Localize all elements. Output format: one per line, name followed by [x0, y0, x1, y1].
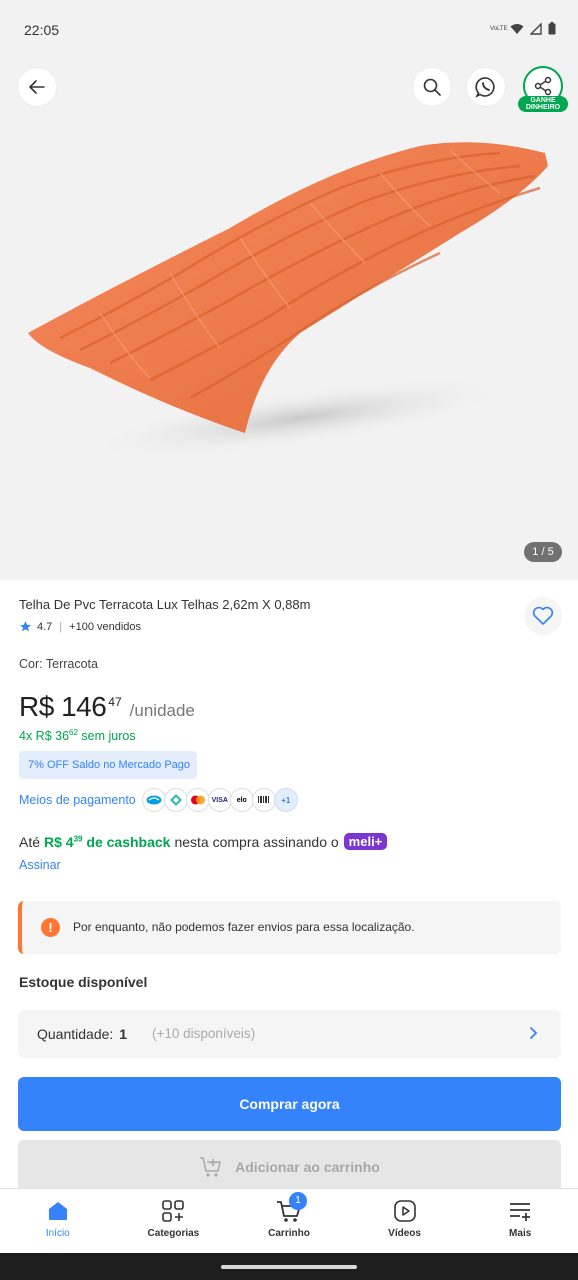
image-counter: 1 / 5	[524, 542, 562, 562]
quantity-label: Quantidade: 1	[37, 1026, 127, 1042]
signal-icon	[530, 22, 542, 35]
rating-row[interactable]: 4.7 | +100 vendidos	[19, 620, 141, 633]
boleto-icon	[251, 788, 276, 812]
battery-icon	[548, 22, 556, 35]
quantity-available: (+10 disponíveis)	[152, 1026, 256, 1041]
categories-icon	[162, 1200, 185, 1222]
product-title: Telha De Pvc Terracota Lux Telhas 2,62m …	[19, 597, 311, 612]
meli-plus-badge: meli+	[343, 833, 388, 850]
cart-plus-icon	[200, 1157, 221, 1177]
visa-icon: VISA	[207, 788, 232, 812]
home-icon	[48, 1202, 67, 1220]
add-to-cart-button[interactable]: Adicionar ao carrinho	[18, 1140, 561, 1194]
payment-methods-link[interactable]: Meios de pagamento	[19, 793, 136, 807]
alert-icon: !	[41, 918, 60, 937]
whatsapp-share-button[interactable]	[467, 68, 505, 106]
elo-icon: elo	[229, 788, 254, 812]
cart-count-badge: 1	[288, 1192, 307, 1210]
product-image	[28, 142, 548, 460]
price: R$ 146 47 /unidade	[19, 691, 195, 723]
buy-now-button[interactable]: Comprar agora	[18, 1077, 561, 1131]
gesture-handle[interactable]	[221, 1265, 357, 1269]
status-time: 22:05	[24, 22, 60, 38]
heart-icon	[532, 606, 554, 625]
cashback-highlight: de cashback	[86, 833, 171, 850]
search-icon	[423, 78, 441, 96]
search-button[interactable]	[413, 68, 451, 106]
subscribe-link[interactable]: Assinar	[19, 858, 61, 872]
quantity-selector[interactable]: Quantidade: 1 (+10 disponíveis)	[18, 1010, 561, 1058]
back-button[interactable]	[18, 68, 56, 106]
more-payment-methods[interactable]: +1	[273, 788, 298, 812]
star-icon	[20, 621, 31, 632]
sold-count: +100 vendidos	[69, 620, 142, 633]
add-to-cart-label: Adicionar ao carrinho	[235, 1159, 380, 1175]
favorite-button[interactable]	[524, 597, 562, 635]
volte-indicator: VoLTE	[490, 25, 508, 32]
installments: 4x R$ 3662 sem juros	[19, 728, 136, 743]
price-main: R$ 146	[19, 691, 107, 722]
nav-cart-label: Carrinho	[268, 1228, 310, 1239]
rating-value: 4.7	[37, 620, 53, 633]
nav-videos-label: Vídeos	[388, 1228, 421, 1239]
installments-prefix: 4x R$ 36	[19, 729, 70, 744]
nav-categories-label: Categorias	[147, 1228, 200, 1239]
system-navigation-bar	[0, 1253, 578, 1280]
stock-title: Estoque disponível	[19, 974, 148, 990]
bottom-navigation: Início Categorias 1 Carrinho Vídeos Mais	[0, 1188, 578, 1253]
color-variant: Cor: Terracota	[19, 657, 98, 671]
alert-text: Por enquanto, não podemos fazer envios p…	[73, 920, 415, 934]
shipping-alert: ! Por enquanto, não podemos fazer envios…	[18, 901, 561, 954]
installments-suffix: sem juros	[81, 729, 136, 744]
price-cents: 47	[108, 695, 122, 709]
payment-icons: VISA elo +1	[141, 788, 298, 812]
system-icons: VoLTE	[490, 22, 556, 35]
nav-more[interactable]: Mais	[462, 1189, 578, 1253]
mercado-pago-icon	[141, 788, 166, 812]
earn-money-badge: GANHE DINHEIRO	[518, 96, 568, 112]
installments-cents: 62	[69, 728, 78, 737]
payment-methods[interactable]: Meios de pagamento VISA elo +1	[19, 788, 298, 812]
quantity-value: 1	[119, 1026, 128, 1042]
share-icon	[534, 76, 552, 96]
nav-categories[interactable]: Categorias	[116, 1189, 232, 1253]
status-bar: 22:05 VoLTE	[0, 0, 578, 58]
arrow-left-icon	[28, 80, 45, 94]
chevron-right-icon	[530, 1027, 538, 1039]
menu-plus-icon	[510, 1203, 531, 1221]
nav-home-label: Início	[45, 1228, 70, 1239]
nav-cart[interactable]: 1 Carrinho	[231, 1189, 347, 1253]
cashback-suffix: nesta compra assinando o	[174, 833, 339, 850]
mastercard-icon	[185, 788, 210, 812]
price-unit: /unidade	[129, 701, 195, 720]
cashback-amount-main: R$ 4	[44, 833, 74, 850]
discount-badge: 7% OFF Saldo no Mercado Pago	[19, 751, 197, 779]
cashback-info: Até R$ 439 de cashback nesta compra assi…	[19, 833, 388, 850]
nav-videos[interactable]: Vídeos	[347, 1189, 463, 1253]
product-image-gallery[interactable]: GANHE DINHEIRO 1 / 5	[0, 58, 578, 580]
cashback-amount-cents: 39	[73, 833, 83, 843]
pix-icon	[163, 788, 188, 812]
cashback-amount: R$ 439 de cashback	[44, 834, 170, 850]
quantity-label-text: Quantidade:	[37, 1026, 114, 1042]
nav-home[interactable]: Início	[0, 1189, 116, 1253]
whatsapp-icon	[475, 77, 495, 98]
rating-separator: |	[59, 620, 63, 633]
nav-more-label: Mais	[509, 1228, 532, 1239]
video-play-icon	[393, 1200, 416, 1222]
cashback-prefix: Até	[19, 833, 41, 850]
wifi-icon	[510, 23, 524, 34]
